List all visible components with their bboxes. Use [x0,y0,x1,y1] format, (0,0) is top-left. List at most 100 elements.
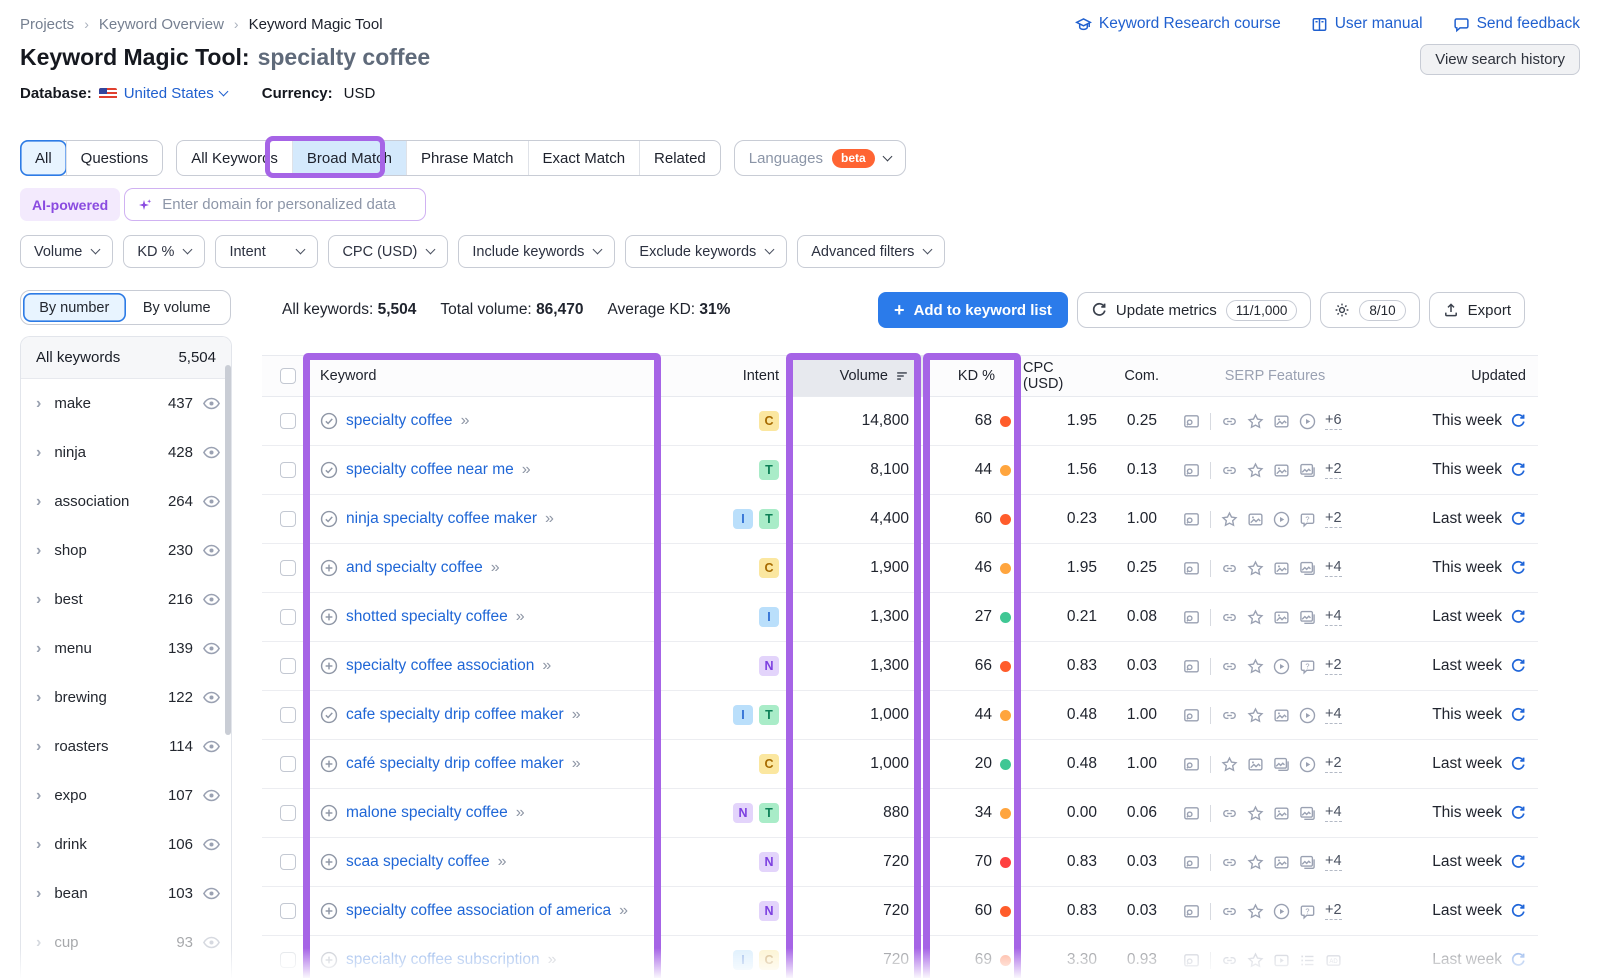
toggle-by-number[interactable]: By number [23,293,126,322]
column-header-serp-features[interactable]: SERP Features [1171,356,1367,396]
all-keywords-group[interactable]: All keywords5,504 [21,337,231,379]
keyword-link[interactable]: specialty coffee association [346,657,534,675]
keyword-group-item[interactable]: › cup 93 [21,918,231,967]
keyword-group-item[interactable]: › association 264 [21,477,231,526]
serp-more-count[interactable]: +4 [1325,804,1342,822]
eye-icon[interactable] [202,541,221,560]
sidebar-scrollbar[interactable] [225,365,231,735]
serp-more-count[interactable]: +2 [1325,510,1342,528]
settings-button[interactable]: 8/10 [1320,292,1419,328]
languages-dropdown[interactable]: Languages beta [734,140,906,176]
keyword-link[interactable]: ninja specialty coffee maker [346,510,537,528]
keyword-state-icon[interactable] [320,559,338,577]
expand-keyword-icon[interactable]: » [572,755,580,773]
column-header-com[interactable]: Com. [1109,356,1171,396]
refresh-icon[interactable] [1510,854,1526,870]
serp-more-count[interactable]: +4 [1325,608,1342,626]
keyword-group-item[interactable]: › shop 230 [21,526,231,575]
keyword-group-item[interactable]: › bean 103 [21,869,231,918]
chevron-right-icon[interactable]: › [36,689,41,707]
row-checkbox[interactable] [280,756,296,772]
chevron-right-icon[interactable]: › [36,787,41,805]
add-to-keyword-list-button[interactable]: + Add to keyword list [878,292,1068,328]
eye-icon[interactable] [202,933,221,952]
tab-broad-match[interactable]: Broad Match [292,141,406,175]
expand-keyword-icon[interactable]: » [522,461,530,479]
tab-questions[interactable]: Questions [66,141,163,175]
expand-keyword-icon[interactable]: » [516,608,524,626]
eye-icon[interactable] [202,443,221,462]
keyword-link[interactable]: café specialty drip coffee maker [346,755,564,773]
filter-dropdown[interactable]: Intent [215,235,318,268]
expand-keyword-icon[interactable]: » [619,902,627,920]
tab-all-keywords[interactable]: All Keywords [177,141,292,175]
row-checkbox[interactable] [280,658,296,674]
tab-all[interactable]: All [20,140,67,176]
keyword-group-item[interactable]: › best 216 [21,575,231,624]
expand-keyword-icon[interactable]: » [516,804,524,822]
keyword-state-icon[interactable] [320,412,338,430]
eye-icon[interactable] [202,737,221,756]
database-selector[interactable]: United States [124,85,227,102]
row-checkbox[interactable] [280,903,296,919]
serp-more-count[interactable]: +2 [1325,902,1342,920]
chevron-right-icon[interactable]: › [36,836,41,854]
tab-phrase-match[interactable]: Phrase Match [406,141,528,175]
filter-dropdown[interactable]: Exclude keywords [625,235,787,268]
keyword-link[interactable]: shotted specialty coffee [346,608,508,626]
chevron-right-icon[interactable]: › [36,885,41,903]
refresh-icon[interactable] [1510,903,1526,919]
expand-keyword-icon[interactable]: » [498,853,506,871]
keyword-state-icon[interactable] [320,510,338,528]
chevron-right-icon[interactable]: › [36,542,41,560]
refresh-icon[interactable] [1510,756,1526,772]
chevron-right-icon[interactable]: › [36,493,41,511]
refresh-icon[interactable] [1510,462,1526,478]
row-checkbox[interactable] [280,609,296,625]
eye-icon[interactable] [202,492,221,511]
filter-dropdown[interactable]: Advanced filters [797,235,945,268]
keyword-state-icon[interactable] [320,461,338,479]
toggle-by-volume[interactable]: By volume [126,293,229,322]
user-manual-link[interactable]: User manual [1311,15,1423,33]
row-checkbox[interactable] [280,707,296,723]
keyword-group-item[interactable]: › drink 106 [21,820,231,869]
chevron-right-icon[interactable]: › [36,738,41,756]
row-checkbox[interactable] [280,511,296,527]
eye-icon[interactable] [202,884,221,903]
select-all-checkbox[interactable] [280,368,296,384]
tab-related[interactable]: Related [639,141,720,175]
keyword-state-icon[interactable] [320,755,338,773]
serp-more-count[interactable]: +4 [1325,706,1342,724]
serp-more-count[interactable]: +2 [1325,755,1342,773]
refresh-icon[interactable] [1510,511,1526,527]
breadcrumb-projects[interactable]: Projects [20,16,74,33]
keyword-link[interactable]: specialty coffee [346,412,453,430]
serp-more-count[interactable]: +2 [1325,461,1342,479]
filter-dropdown[interactable]: Include keywords [458,235,615,268]
eye-icon[interactable] [202,786,221,805]
keyword-state-icon[interactable] [320,657,338,675]
view-search-history-button[interactable]: View search history [1420,44,1580,75]
keyword-link[interactable]: cafe specialty drip coffee maker [346,706,564,724]
refresh-icon[interactable] [1510,805,1526,821]
refresh-icon[interactable] [1510,560,1526,576]
keyword-group-item[interactable]: › ninja 428 [21,428,231,477]
keyword-link[interactable]: specialty coffee association of america [346,902,611,920]
keyword-state-icon[interactable] [320,706,338,724]
column-header-keyword[interactable]: Keyword [305,356,663,396]
serp-more-count[interactable]: +6 [1325,412,1342,430]
keyword-link[interactable]: scaa specialty coffee [346,853,490,871]
serp-more-count[interactable]: +2 [1325,657,1342,675]
row-checkbox[interactable] [280,560,296,576]
filter-dropdown[interactable]: Volume [20,235,113,268]
row-checkbox[interactable] [280,462,296,478]
column-header-intent[interactable]: Intent [663,356,791,396]
chevron-right-icon[interactable]: › [36,640,41,658]
keyword-state-icon[interactable] [320,951,338,969]
keyword-state-icon[interactable] [320,608,338,626]
eye-icon[interactable] [202,835,221,854]
eye-icon[interactable] [202,394,221,413]
serp-more-count[interactable]: +4 [1325,853,1342,871]
keyword-group-item[interactable]: › expo 107 [21,771,231,820]
